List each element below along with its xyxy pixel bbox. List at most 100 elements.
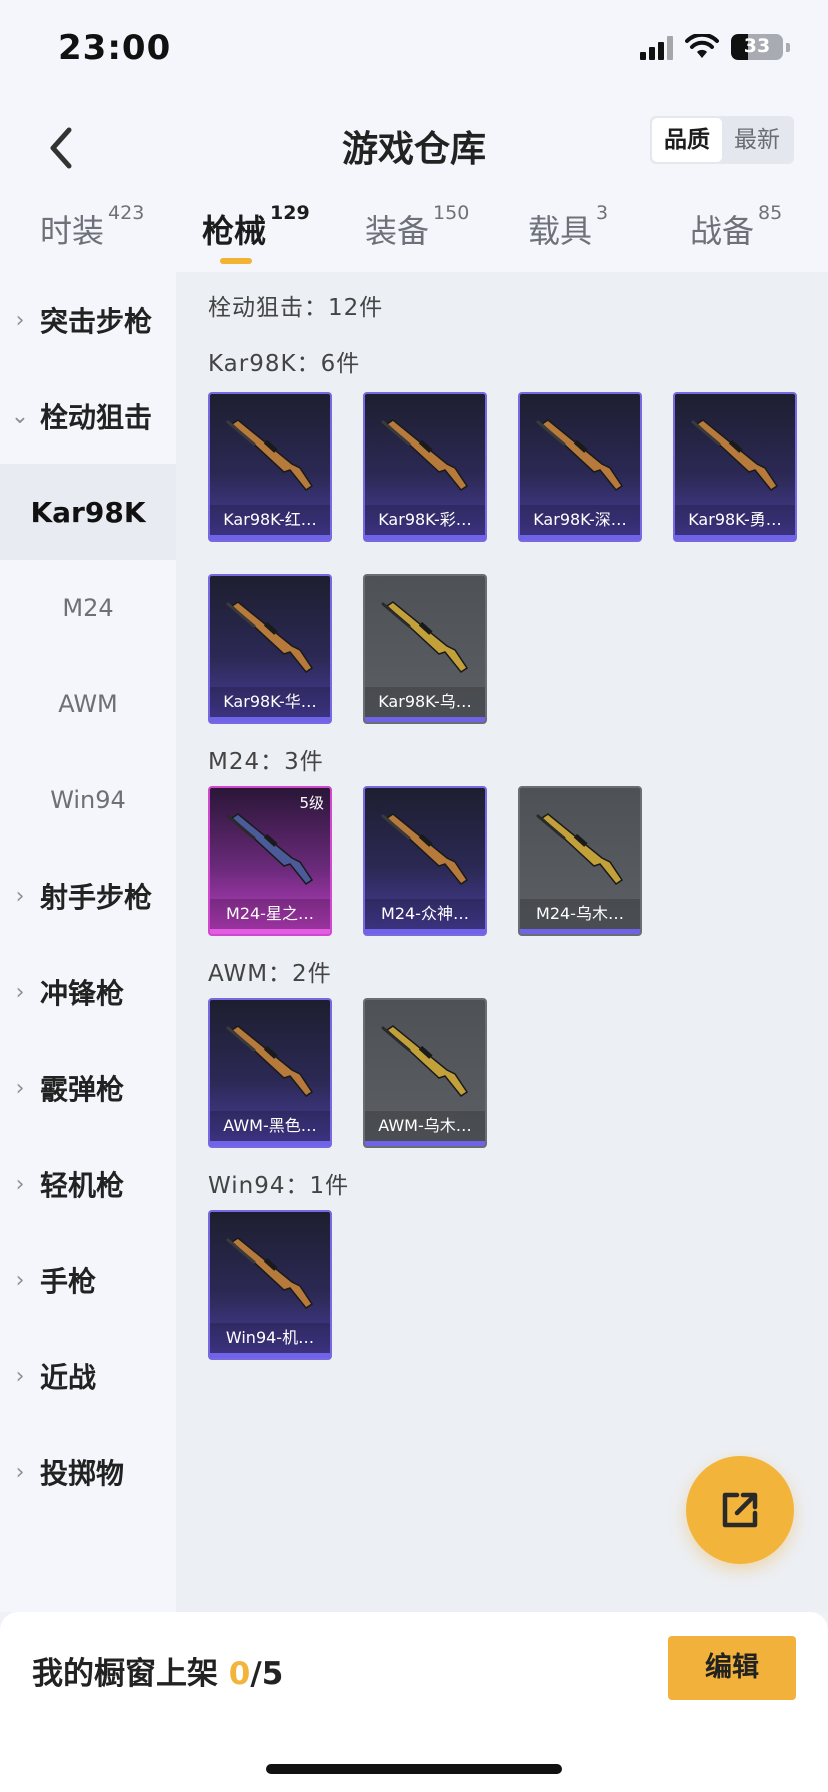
sidebar-item-label: Kar98K <box>30 495 146 529</box>
sidebar-item-assault-rifles[interactable]: › 突击步枪 <box>0 272 176 368</box>
chevron-right-icon: › <box>15 1075 25 1101</box>
share-button[interactable] <box>686 1456 794 1564</box>
rifle-icon <box>689 414 785 504</box>
rarity-bar <box>520 929 640 934</box>
sidebar-item-label: 霰弹枪 <box>40 1073 125 1106</box>
edit-button[interactable]: 编辑 <box>668 1636 796 1700</box>
item-name: Kar98K-彩… <box>365 505 485 535</box>
rifle-icon <box>224 808 320 898</box>
level-badge: 5级 <box>299 794 324 812</box>
rifle-icon <box>534 808 630 898</box>
showcase-total: /5 <box>250 1656 284 1692</box>
item-name: M24-乌木… <box>520 899 640 929</box>
item-card[interactable]: AWM-黑色… <box>208 998 332 1148</box>
wifi-icon <box>685 34 719 58</box>
tab-label: 装备 <box>365 212 430 250</box>
battery-icon: 33 <box>731 34 783 60</box>
rarity-bar <box>210 1141 330 1146</box>
rifle-icon <box>224 1232 320 1322</box>
item-card[interactable]: M24-众神… <box>363 786 487 936</box>
rarity-bar <box>210 929 330 934</box>
battery-percent: 33 <box>743 35 771 57</box>
sidebar-item-shotguns[interactable]: › 霰弹枪 <box>0 1040 176 1136</box>
sort-latest-button[interactable]: 最新 <box>722 118 792 162</box>
sidebar-item-lmgs[interactable]: › 轻机枪 <box>0 1136 176 1232</box>
sidebar-item-throwables[interactable]: › 投掷物 <box>0 1424 176 1520</box>
item-card[interactable]: Kar98K-华… <box>208 574 332 724</box>
item-name: M24-众神… <box>365 899 485 929</box>
rarity-bar <box>365 1141 485 1146</box>
sidebar: › 突击步枪 ⌄ 栓动狙击 Kar98K M24 AWM Win94 › 射手步枪 ›… <box>0 272 176 1612</box>
item-card[interactable]: M24-乌木… <box>518 786 642 936</box>
sidebar-subitem-awm[interactable]: AWM <box>0 656 176 752</box>
group-header-m24: M24：3件 <box>208 749 324 775</box>
rifle-icon <box>224 414 320 504</box>
item-card[interactable]: AWM-乌木… <box>363 998 487 1148</box>
sidebar-item-label: 手枪 <box>40 1265 97 1298</box>
showcase-label: 我的橱窗上架 <box>32 1656 229 1692</box>
item-name: Kar98K-乌… <box>365 687 485 717</box>
tab-label: 战备 <box>690 212 755 250</box>
sidebar-subitem-win94[interactable]: Win94 <box>0 752 176 848</box>
sidebar-item-melee[interactable]: › 近战 <box>0 1328 176 1424</box>
item-grid: 栓动狙击：12件 Kar98K：6件 Kar98K-红… Kar98K-彩… K… <box>176 272 828 1612</box>
item-card[interactable]: Kar98K-深… <box>518 392 642 542</box>
rifle-icon <box>534 414 630 504</box>
sidebar-subitem-m24[interactable]: M24 <box>0 560 176 656</box>
tab-count: 150 <box>433 202 470 224</box>
chevron-right-icon: › <box>15 979 25 1005</box>
sidebar-item-pistols[interactable]: › 手枪 <box>0 1232 176 1328</box>
sidebar-item-label: 栓动狙击 <box>40 401 153 434</box>
tab-firearms[interactable]: 枪械 129 <box>202 202 310 252</box>
rifle-icon <box>379 596 475 686</box>
item-name: Kar98K-华… <box>210 687 330 717</box>
item-card[interactable]: Kar98K-勇… <box>673 392 797 542</box>
rarity-bar <box>675 535 795 540</box>
rifle-icon <box>379 808 475 898</box>
tab-vehicles[interactable]: 载具 3 <box>528 202 608 252</box>
rarity-bar <box>210 717 330 722</box>
group-header-win94: Win94：1件 <box>208 1173 350 1199</box>
tab-combat-supplies[interactable]: 战备 85 <box>690 202 782 252</box>
sidebar-item-bolt-action-snipers[interactable]: ⌄ 栓动狙击 <box>0 368 176 464</box>
item-card[interactable]: Kar98K-乌… <box>363 574 487 724</box>
sidebar-subitem-kar98k[interactable]: Kar98K <box>0 464 176 560</box>
category-tabs: 时装 423 枪械 129 装备 150 载具 3 战备 85 <box>0 196 828 272</box>
rifle-icon <box>379 1020 475 1110</box>
tab-equipment[interactable]: 装备 150 <box>365 202 469 252</box>
item-name: Kar98K-勇… <box>675 505 795 535</box>
tab-label: 枪械 <box>202 212 267 250</box>
tab-label: 时装 <box>40 212 105 250</box>
chevron-right-icon: › <box>15 1267 25 1293</box>
rarity-bar <box>210 535 330 540</box>
rifle-icon <box>224 1020 320 1110</box>
sort-quality-button[interactable]: 品质 <box>652 118 722 162</box>
item-card[interactable]: Kar98K-红… <box>208 392 332 542</box>
tab-count: 3 <box>596 202 609 224</box>
status-time: 23:00 <box>58 28 172 68</box>
rarity-bar <box>365 717 485 722</box>
item-name: Kar98K-深… <box>520 505 640 535</box>
item-card[interactable]: Win94-机… <box>208 1210 332 1360</box>
chevron-right-icon: › <box>15 307 25 333</box>
group-header-awm: AWM：2件 <box>208 961 332 987</box>
item-card[interactable]: 5级 M24-星之… <box>208 786 332 936</box>
item-name: M24-星之… <box>210 899 330 929</box>
sidebar-item-marksman-rifles[interactable]: › 射手步枪 <box>0 848 176 944</box>
sidebar-item-label: 冲锋枪 <box>40 977 125 1010</box>
bottom-panel: 我的橱窗上架 0/5 编辑 <box>0 1612 828 1792</box>
battery-tip <box>786 42 790 52</box>
sidebar-item-label: 投掷物 <box>40 1457 125 1490</box>
status-bar: 23:00 33 <box>0 0 828 100</box>
group-header-kar98k: Kar98K：6件 <box>208 351 361 377</box>
sort-toggle: 品质 最新 <box>650 116 794 164</box>
rifle-icon <box>224 596 320 686</box>
tab-count: 129 <box>270 202 310 224</box>
sidebar-item-smgs[interactable]: › 冲锋枪 <box>0 944 176 1040</box>
category-count-header: 栓动狙击：12件 <box>208 295 384 321</box>
showcase-current-count: 0 <box>228 1656 251 1692</box>
home-indicator <box>266 1764 562 1774</box>
item-card[interactable]: Kar98K-彩… <box>363 392 487 542</box>
tab-skins[interactable]: 时装 423 <box>40 202 144 252</box>
status-icons: 33 <box>640 34 790 60</box>
